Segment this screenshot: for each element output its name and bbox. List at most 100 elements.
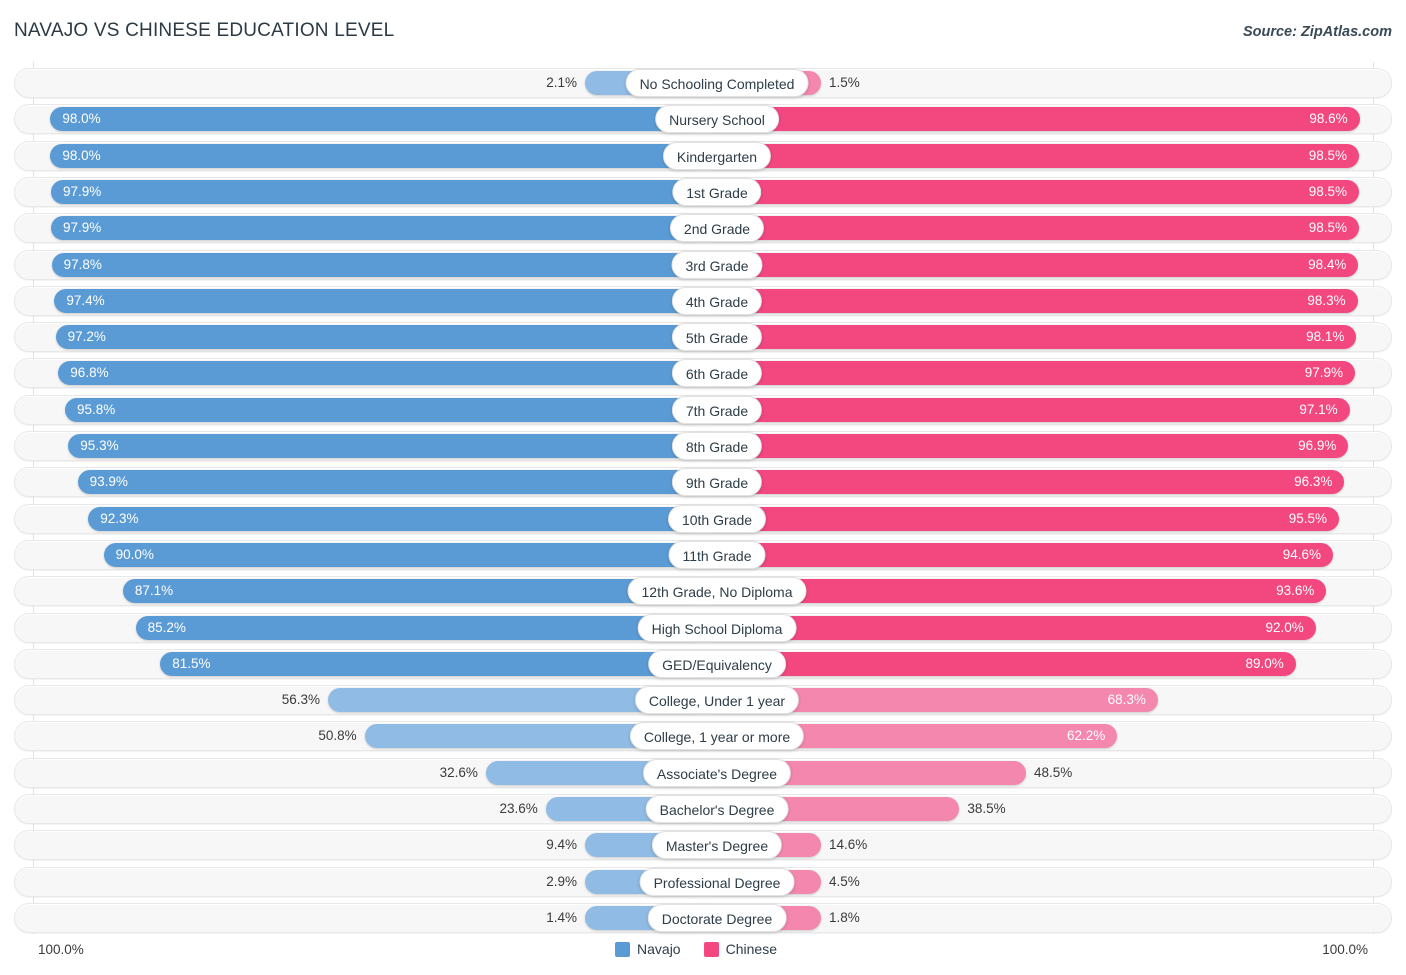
category-label: 3rd Grade (671, 250, 763, 279)
category-label: GED/Equivalency (648, 649, 786, 678)
bar-chinese (703, 143, 1359, 168)
chart-row: 95.3% 96.9% 8th Grade (14, 431, 1392, 461)
value-label-navajo: 85.2% (147, 619, 186, 635)
bar-navajo (122, 579, 703, 604)
axis-max-left: 100.0% (38, 942, 84, 957)
value-label-chinese: 98.1% (1306, 329, 1345, 345)
value-label-navajo: 97.2% (67, 329, 106, 345)
value-label-navajo: 2.1% (546, 75, 577, 90)
value-label-navajo: 32.6% (439, 764, 478, 780)
bar-navajo (50, 179, 703, 204)
value-label-chinese: 97.1% (1299, 401, 1338, 417)
category-label: Nursery School (655, 105, 779, 134)
value-label-chinese: 98.5% (1308, 147, 1347, 163)
chart-row: 97.9% 98.5% 1st Grade (14, 176, 1392, 207)
bar-chinese (703, 397, 1350, 422)
category-label: College, 1 year or more (629, 722, 805, 751)
value-label-navajo: 98.0% (62, 147, 101, 163)
bar-chinese (703, 107, 1360, 132)
source-attribution: Source: ZipAtlas.com (1242, 24, 1392, 40)
category-label: Bachelor's Degree (645, 795, 789, 823)
page-header: NAVAJO VS CHINESE EDUCATION LEVEL Source… (0, 0, 1406, 62)
value-label-chinese: 95.5% (1288, 510, 1328, 526)
value-label-navajo: 97.9% (62, 183, 102, 199)
chart-row: 90.0% 94.6% 11th Grade (14, 539, 1392, 570)
chart-row: 93.9% 96.3% 9th Grade (14, 467, 1392, 498)
bar-chinese (703, 651, 1296, 676)
bar-chinese (703, 434, 1349, 458)
category-label: Professional Degree (639, 867, 795, 896)
value-label-chinese: 97.9% (1304, 365, 1343, 381)
bar-navajo (55, 325, 703, 350)
chart-legend: Navajo Chinese (615, 941, 791, 957)
bar-navajo (58, 361, 703, 386)
chart-row: 98.0% 98.6% Nursery School (14, 104, 1392, 135)
value-label-navajo: 9.4% (546, 837, 577, 853)
value-label-chinese: 98.5% (1308, 220, 1347, 236)
value-label-navajo: 95.3% (80, 438, 119, 453)
category-label: 9th Grade (671, 468, 763, 497)
value-label-navajo: 96.8% (70, 365, 109, 381)
bar-chinese (703, 470, 1345, 495)
axis-max-right: 100.0% (1322, 942, 1368, 957)
value-label-chinese: 1.5% (829, 75, 860, 90)
value-label-chinese: 89.0% (1245, 655, 1284, 671)
bar-chinese (703, 179, 1359, 204)
category-label: 12th Grade, No Diploma (627, 577, 807, 606)
value-label-navajo: 95.8% (76, 401, 116, 417)
chart-row: 87.1% 93.6% 12th Grade, No Diploma (14, 576, 1392, 607)
category-label: 2nd Grade (669, 214, 765, 243)
value-label-chinese: 92.0% (1265, 619, 1304, 635)
legend-swatch-icon (703, 941, 719, 957)
chart-row: 50.8% 62.2% College, 1 year or more (14, 721, 1392, 752)
value-label-chinese: 93.6% (1276, 583, 1315, 599)
chart-row: 32.6% 48.5% Associate's Degree (14, 757, 1392, 788)
chart-row: 9.4% 14.6% Master's Degree (14, 830, 1392, 861)
chart-row: 95.8% 97.1% 7th Grade (14, 394, 1392, 425)
bar-navajo (103, 542, 703, 567)
bar-chinese (703, 288, 1358, 313)
chart-row: 56.3% 68.3% College, Under 1 year (14, 685, 1392, 716)
category-label: 5th Grade (671, 323, 763, 352)
value-label-chinese: 4.5% (829, 873, 860, 889)
value-label-navajo: 50.8% (318, 728, 357, 744)
category-label: College, Under 1 year (634, 686, 800, 715)
category-label: 1st Grade (672, 177, 762, 206)
chart-row: 23.6% 38.5% Bachelor's Degree (14, 794, 1392, 824)
bar-navajo (50, 216, 703, 241)
bar-navajo (64, 397, 703, 422)
bar-chinese (703, 216, 1359, 241)
chart-footer: 100.0% 100.0% Navajo Chinese (0, 937, 1406, 975)
value-label-navajo: 97.8% (63, 256, 102, 272)
value-label-chinese: 98.5% (1308, 183, 1347, 199)
value-label-chinese: 98.3% (1307, 292, 1346, 308)
value-label-navajo: 90.0% (115, 546, 154, 562)
category-label: 8th Grade (671, 432, 763, 460)
chart-row: 85.2% 92.0% High School Diploma (14, 612, 1392, 643)
chart-row: 2.9% 4.5% Professional Degree (14, 866, 1392, 897)
bar-navajo (68, 434, 703, 458)
chart-row: 81.5% 89.0% GED/Equivalency (14, 648, 1392, 679)
chart-row: 97.9% 98.5% 2nd Grade (14, 213, 1392, 244)
chart-row: 98.0% 98.5% Kindergarten (14, 140, 1392, 171)
value-label-navajo: 97.9% (62, 220, 102, 236)
bar-chinese (703, 325, 1357, 350)
value-label-chinese: 96.9% (1298, 438, 1337, 453)
category-label: 7th Grade (671, 395, 763, 424)
value-label-navajo: 2.9% (546, 873, 577, 889)
category-label: 6th Grade (671, 359, 763, 388)
legend-swatch-icon (615, 941, 631, 957)
legend-label: Navajo (637, 941, 681, 957)
chart-page: NAVAJO VS CHINESE EDUCATION LEVEL Source… (0, 0, 1406, 975)
value-label-chinese: 38.5% (967, 801, 1006, 816)
bar-navajo (88, 506, 703, 531)
value-label-navajo: 87.1% (134, 583, 174, 599)
value-label-navajo: 56.3% (281, 692, 321, 708)
bar-navajo (160, 651, 703, 676)
category-label: Kindergarten (662, 141, 772, 170)
bar-navajo (77, 470, 703, 495)
value-label-chinese: 96.3% (1294, 474, 1333, 490)
chart-row: 1.4% 1.8% Doctorate Degree (14, 902, 1392, 933)
value-label-chinese: 98.4% (1308, 256, 1347, 272)
chart-row: 96.8% 97.9% 6th Grade (14, 358, 1392, 389)
